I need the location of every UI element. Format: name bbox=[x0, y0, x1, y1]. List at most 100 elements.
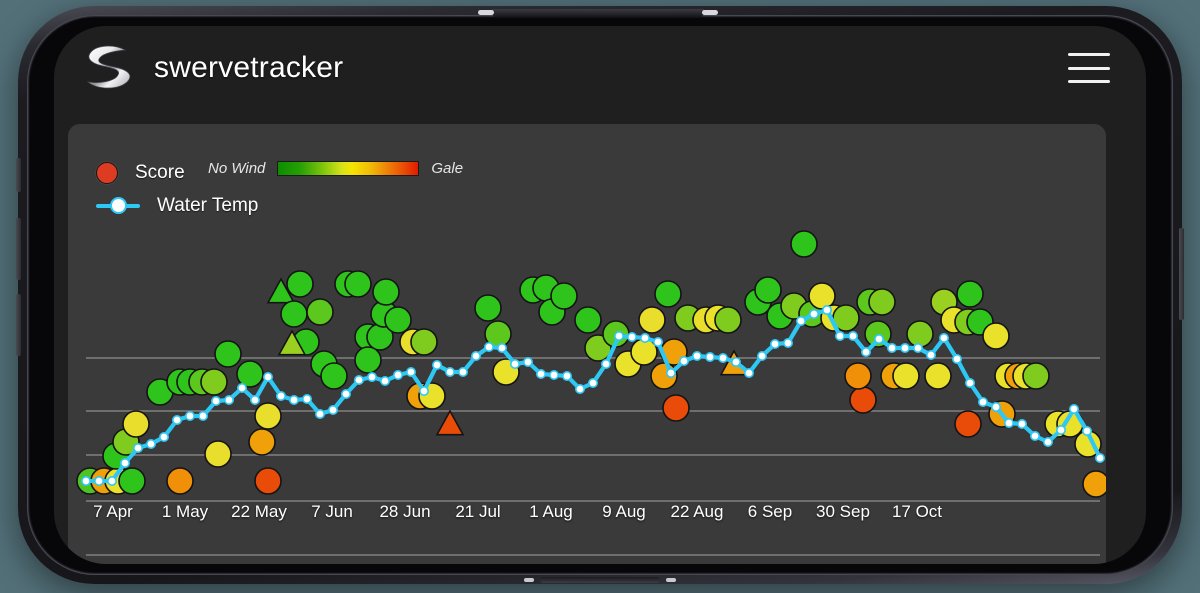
score-circle-marker[interactable] bbox=[892, 362, 920, 390]
score-circle-marker[interactable] bbox=[320, 362, 348, 390]
score-circle-marker[interactable] bbox=[638, 306, 666, 334]
score-circle-marker[interactable] bbox=[254, 467, 282, 495]
legend-row-water-temp[interactable]: Water Temp bbox=[96, 189, 656, 222]
water-temp-point-marker[interactable] bbox=[808, 309, 819, 320]
score-triangle-marker[interactable] bbox=[435, 409, 465, 436]
water-temp-point-marker[interactable] bbox=[198, 410, 209, 421]
mute-switch-button[interactable] bbox=[16, 158, 21, 192]
water-temp-point-marker[interactable] bbox=[496, 343, 507, 354]
score-circle-marker[interactable] bbox=[662, 394, 690, 422]
water-temp-point-marker[interactable] bbox=[730, 357, 741, 368]
water-temp-point-marker[interactable] bbox=[704, 352, 715, 363]
water-temp-point-marker[interactable] bbox=[886, 343, 897, 354]
score-circle-marker[interactable] bbox=[204, 440, 232, 468]
score-circle-marker[interactable] bbox=[754, 276, 782, 304]
score-circle-marker[interactable] bbox=[372, 278, 400, 306]
water-temp-point-marker[interactable] bbox=[1081, 425, 1092, 436]
water-temp-point-marker[interactable] bbox=[613, 331, 624, 342]
water-temp-point-marker[interactable] bbox=[418, 385, 429, 396]
water-temp-point-marker[interactable] bbox=[990, 401, 1001, 412]
water-temp-point-marker[interactable] bbox=[847, 331, 858, 342]
water-temp-point-marker[interactable] bbox=[626, 332, 637, 343]
score-circle-marker[interactable] bbox=[280, 300, 308, 328]
score-circle-marker[interactable] bbox=[410, 328, 438, 356]
score-circle-marker[interactable] bbox=[166, 467, 194, 495]
water-temp-point-marker[interactable] bbox=[315, 408, 326, 419]
score-circle-marker[interactable] bbox=[849, 386, 877, 414]
water-temp-point-marker[interactable] bbox=[211, 395, 222, 406]
score-circle-marker[interactable] bbox=[924, 362, 952, 390]
score-circle-marker[interactable] bbox=[236, 360, 264, 388]
water-temp-point-marker[interactable] bbox=[119, 457, 130, 468]
water-temp-point-marker[interactable] bbox=[964, 378, 975, 389]
water-temp-point-marker[interactable] bbox=[938, 333, 949, 344]
score-circle-marker[interactable] bbox=[790, 230, 818, 258]
volume-down-button[interactable] bbox=[16, 294, 21, 356]
water-temp-point-marker[interactable] bbox=[600, 359, 611, 370]
score-circle-marker[interactable] bbox=[254, 402, 282, 430]
water-temp-point-marker[interactable] bbox=[834, 331, 845, 342]
water-temp-point-marker[interactable] bbox=[1029, 430, 1040, 441]
water-temp-point-marker[interactable] bbox=[756, 351, 767, 362]
score-circle-marker[interactable] bbox=[200, 368, 228, 396]
water-temp-point-marker[interactable] bbox=[159, 431, 170, 442]
water-temp-point-marker[interactable] bbox=[977, 396, 988, 407]
water-temp-point-marker[interactable] bbox=[470, 351, 481, 362]
water-temp-point-marker[interactable] bbox=[522, 357, 533, 368]
water-temp-point-marker[interactable] bbox=[224, 394, 235, 405]
water-temp-point-marker[interactable] bbox=[289, 394, 300, 405]
water-temp-point-marker[interactable] bbox=[925, 350, 936, 361]
water-temp-point-marker[interactable] bbox=[172, 414, 183, 425]
water-temp-point-marker[interactable] bbox=[340, 388, 351, 399]
water-temp-point-marker[interactable] bbox=[535, 369, 546, 380]
water-temp-point-marker[interactable] bbox=[133, 442, 144, 453]
water-temp-point-marker[interactable] bbox=[873, 334, 884, 345]
water-temp-point-marker[interactable] bbox=[548, 370, 559, 381]
power-button[interactable] bbox=[1179, 228, 1184, 320]
water-temp-point-marker[interactable] bbox=[237, 382, 248, 393]
water-temp-point-marker[interactable] bbox=[185, 410, 196, 421]
score-circle-marker[interactable] bbox=[868, 288, 896, 316]
score-circle-marker[interactable] bbox=[354, 346, 382, 374]
water-temp-point-marker[interactable] bbox=[717, 353, 728, 364]
water-temp-point-marker[interactable] bbox=[1055, 424, 1066, 435]
score-circle-marker[interactable] bbox=[118, 467, 146, 495]
score-circle-marker[interactable] bbox=[906, 320, 934, 348]
score-circle-marker[interactable] bbox=[956, 280, 984, 308]
score-bubbles-layer[interactable] bbox=[76, 230, 1106, 498]
water-temp-point-marker[interactable] bbox=[782, 338, 793, 349]
water-temp-point-marker[interactable] bbox=[379, 376, 390, 387]
score-circle-marker[interactable] bbox=[550, 282, 578, 310]
water-temp-point-marker[interactable] bbox=[899, 343, 910, 354]
water-temp-point-marker[interactable] bbox=[81, 475, 91, 486]
water-temp-point-marker[interactable] bbox=[912, 343, 923, 354]
water-temp-point-marker[interactable] bbox=[574, 383, 585, 394]
water-temp-point-marker[interactable] bbox=[302, 393, 313, 404]
score-circle-marker[interactable] bbox=[344, 270, 372, 298]
water-temp-point-marker[interactable] bbox=[327, 404, 338, 415]
water-temp-point-marker[interactable] bbox=[665, 368, 676, 379]
score-circle-marker[interactable] bbox=[122, 410, 150, 438]
score-circle-marker[interactable] bbox=[954, 410, 982, 438]
water-temp-point-marker[interactable] bbox=[691, 351, 702, 362]
water-temp-point-marker[interactable] bbox=[769, 339, 780, 350]
volume-up-button[interactable] bbox=[16, 218, 21, 280]
water-temp-point-marker[interactable] bbox=[743, 368, 754, 379]
water-temp-point-marker[interactable] bbox=[587, 378, 598, 389]
water-temp-point-marker[interactable] bbox=[509, 359, 520, 370]
water-temp-point-marker[interactable] bbox=[263, 372, 274, 383]
score-circle-marker[interactable] bbox=[1082, 470, 1106, 498]
score-circle-marker[interactable] bbox=[654, 280, 682, 308]
water-temp-point-marker[interactable] bbox=[1042, 436, 1053, 447]
water-temp-point-marker[interactable] bbox=[652, 337, 663, 348]
water-temp-point-marker[interactable] bbox=[392, 370, 403, 381]
score-circle-marker[interactable] bbox=[714, 306, 742, 334]
water-temp-point-marker[interactable] bbox=[106, 475, 117, 486]
water-temp-point-marker[interactable] bbox=[1068, 403, 1079, 414]
water-temp-point-marker[interactable] bbox=[1003, 417, 1014, 428]
score-circle-marker[interactable] bbox=[214, 340, 242, 368]
score-circle-marker[interactable] bbox=[844, 362, 872, 390]
water-temp-point-marker[interactable] bbox=[146, 438, 157, 449]
water-temp-point-marker[interactable] bbox=[353, 375, 364, 386]
water-temp-point-marker[interactable] bbox=[457, 367, 468, 378]
